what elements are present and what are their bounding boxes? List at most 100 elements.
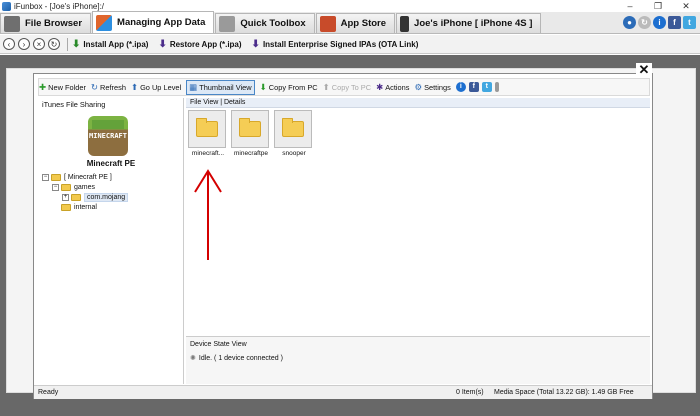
new-folder-label: New Folder [48,82,86,92]
view-tabs[interactable]: File View | Details [186,98,650,108]
window-title: iFunbox - [Joe's iPhone]:/ [14,1,105,11]
expand-icon[interactable]: + [62,193,69,201]
upload-icon: ⬆ [322,81,330,92]
up-arrow-icon: ⬆ [130,81,139,92]
sync-icon[interactable]: ↻ [638,15,651,29]
device-state-header: Device State View [190,341,247,348]
thumbnail-frame [231,110,269,148]
thumbnail-frame [188,110,226,148]
thumbnail-view-label: Thumbnail View [199,82,252,92]
copy-to-pc-button[interactable]: ⬆ Copy To PC [323,82,371,93]
tab-managing-app-data[interactable]: Managing App Data [92,11,215,33]
refresh-icon[interactable]: ↻ [48,38,60,50]
install-icon: ⬇ [72,38,81,50]
folder-icon [71,193,81,201]
twitter-icon[interactable]: t [481,82,492,92]
refresh-button[interactable]: ↻ Refresh [91,82,126,93]
folder-tree: − [ Minecraft PE ] − games + com.mojang … [42,172,180,212]
folder-icon [282,118,304,137]
dialog-toolbar: ✚ New Folder ↻ Refresh ⬆ Go Up Level ▦ Thumb… [38,78,650,96]
tab-label: File Browser [25,18,83,29]
back-icon[interactable]: ‹ [3,38,15,50]
refresh-icon: ↻ [90,81,99,92]
refresh-label: Refresh [100,82,126,92]
plus-icon: ✚ [39,81,47,92]
copy-to-pc-label: Copy To PC [331,82,372,92]
minecraft-app-icon[interactable]: MINECRAFT [88,116,128,156]
go-up-level-button[interactable]: ⬆ Go Up Level [131,82,181,93]
folder-icon [239,118,261,137]
file-sharing-dialog: ✚ New Folder ↻ Refresh ⬆ Go Up Level ▦ Thumb… [33,73,653,399]
overflow-icon[interactable] [494,82,499,92]
info-icon[interactable]: i [455,82,466,92]
file-view-pane: File View | Details minecraft... minecra… [186,98,650,334]
status-bar: Ready 0 Item(s) Media Space (Total 13.22… [34,385,652,399]
forward-icon[interactable]: › [18,38,30,50]
thumbnail-frame [274,110,312,148]
folder-name: minecraft... [191,150,225,157]
restore-app-label: Restore App (*.ipa) [169,39,242,49]
tab-label: Managing App Data [117,17,206,28]
install-app-label: Install App (*.ipa) [83,39,149,49]
folder-icon [196,118,218,137]
stop-icon[interactable]: × [33,38,45,50]
device-status-text: Idle. ( 1 device connected ) [198,354,283,362]
toolbox-icon [219,15,236,32]
settings-label: Settings [424,82,451,92]
app-name: Minecraft PE [86,159,136,168]
folder-name: snooper [282,150,306,157]
restore-icon: ⬇ [158,38,167,50]
new-folder-button[interactable]: ✚ New Folder [39,82,86,93]
actions-icon: ✱ [376,81,384,92]
tab-app-store[interactable]: App Store [315,13,396,33]
install-enterprise-label: Install Enterprise Signed IPAs (OTA Link… [262,39,419,49]
folder-tab-icon [4,15,20,32]
install-enterprise-button[interactable]: ⬇ Install Enterprise Signed IPAs (OTA Li… [252,39,419,50]
copy-from-pc-button[interactable]: ⬇ Copy From PC [260,82,318,93]
folder-item[interactable]: minecraft... [188,110,228,157]
annotation-arrow [194,169,222,260]
tree-node-root[interactable]: − [ Minecraft PE ] [42,172,180,182]
tab-shortcut-icons: ● ↻ i f t [623,11,700,33]
thumbnail-view-button[interactable]: ▦ Thumbnail View [186,79,255,95]
app-logo-icon [2,1,11,11]
info-icon[interactable]: i [653,15,666,29]
thumbnail-icon: ▦ [189,81,198,92]
tree-node-games[interactable]: − games [42,182,180,192]
app-tile-text: MINECRAFT [89,132,127,140]
actions-button[interactable]: ✱ Actions [376,82,409,93]
tab-label: Joe's iPhone [ iPhone 4S ] [414,18,533,29]
globe-icon[interactable]: ● [623,15,636,29]
media-space: Media Space (Total 13.22 GB): 1.49 GB Fr… [494,389,634,396]
collapse-icon[interactable]: − [52,183,59,191]
folder-item[interactable]: minecraftpe [231,110,271,157]
file-sharing-header: iTunes File Sharing [42,100,106,109]
tree-node-com-mojang[interactable]: + com.mojang [42,192,180,202]
restore-app-button[interactable]: ⬇ Restore App (*.ipa) [158,39,241,50]
device-state-pane: Device State View ✺ Idle. ( 1 device con… [186,336,650,384]
app-store-icon [319,15,336,32]
tree-label: [ Minecraft PE ] [64,173,112,181]
tree-node-internal[interactable]: internal [42,202,180,212]
tab-quick-toolbox[interactable]: Quick Toolbox [215,13,315,33]
go-up-label: Go Up Level [140,82,182,92]
tab-file-browser[interactable]: File Browser [0,13,92,33]
enterprise-install-icon: ⬇ [251,38,260,50]
main-toolbar: ‹ › × ↻ ⬇ Install App (*.ipa) ⬇ Restore … [0,35,700,54]
facebook-icon[interactable]: f [668,15,681,29]
settings-button[interactable]: ⚙ Settings [414,82,450,93]
dialog-close-button[interactable]: ✕ [636,63,652,77]
facebook-icon[interactable]: f [468,82,479,92]
folder-icon [51,173,61,181]
twitter-icon[interactable]: t [683,15,696,29]
tree-label: internal [74,203,97,211]
tab-device[interactable]: Joe's iPhone [ iPhone 4S ] [396,13,542,33]
folder-item[interactable]: snooper [274,110,314,157]
main-tabs: File Browser Managing App Data Quick Too… [0,11,700,34]
install-app-button[interactable]: ⬇ Install App (*.ipa) [72,39,148,50]
copy-from-pc-label: Copy From PC [268,82,318,92]
gear-icon: ⚙ [414,81,423,92]
collapse-icon[interactable]: − [42,173,49,181]
tree-label: games [74,183,96,191]
status-ready: Ready [38,389,59,396]
